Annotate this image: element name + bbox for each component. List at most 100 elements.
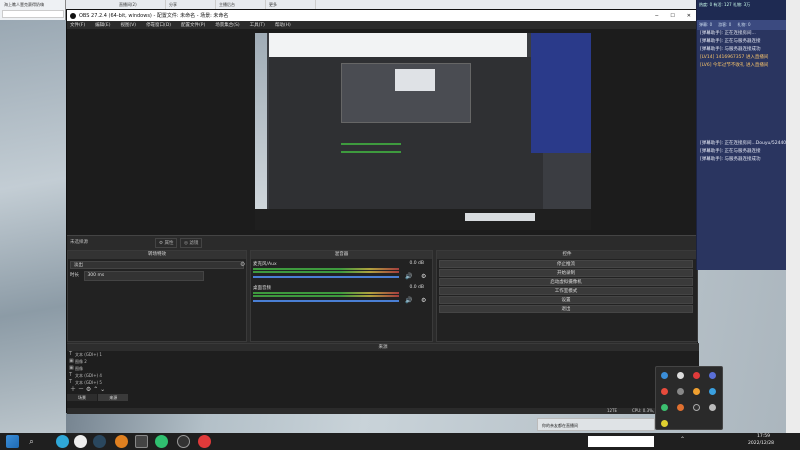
tab-sources[interactable]: 来源 (98, 394, 129, 401)
browser-tab[interactable]: 直播间(2) (116, 0, 166, 9)
speaker-icon[interactable]: 🔊 (405, 297, 412, 304)
transition-select[interactable]: 淡出 (70, 261, 244, 269)
dock-title: 来源 (67, 344, 699, 351)
danmaku-chat-panel: 热度: 0 有活: 127 礼物: 3万 弹幕: 0 游客: 0 礼物: 0 [… (696, 0, 800, 270)
tray-app-icon[interactable] (661, 404, 668, 411)
steam-icon[interactable] (93, 435, 106, 448)
tray-app-icon[interactable] (693, 404, 700, 411)
source-item[interactable]: ▣ 图像 2 (67, 358, 699, 365)
volume-slider[interactable] (253, 276, 399, 278)
stop-streaming-button[interactable]: 停止推流 (439, 260, 693, 268)
tray-app-icon[interactable] (709, 388, 716, 395)
menu-file[interactable]: 文件(F) (70, 22, 85, 28)
tray-app-icon[interactable] (661, 420, 668, 427)
tab-scenes[interactable]: 场景 (67, 394, 97, 401)
move-down-icon[interactable]: ⌄ (100, 386, 105, 393)
menu-help[interactable]: 帮助(H) (275, 22, 291, 28)
minimize-icon[interactable]: ─ (649, 13, 664, 19)
menu-docks[interactable]: 停靠窗口(D) (146, 22, 171, 28)
source-toolbar-buttons: ＋ － ⚙ ⌃ ⌄ (67, 386, 699, 394)
tray-app-icon[interactable] (677, 388, 684, 395)
properties-button[interactable]: ⚙ 属性 (155, 238, 178, 248)
app-icon[interactable] (135, 435, 148, 448)
window-title: OBS 27.2.4 (64-bit, windows) - 配置文件: 未命名… (79, 13, 229, 19)
source-item[interactable]: T 文本 (GDI+) 1 (67, 351, 699, 358)
menu-bar: 文件(F) 编辑(E) 视图(V) 停靠窗口(D) 配置文件(P) 场景集合(S… (67, 21, 697, 29)
menu-scene-collection[interactable]: 场景集合(S) (215, 22, 239, 28)
menu-tools[interactable]: 工具(T) (250, 22, 265, 28)
browser-tab[interactable]: 分享 (166, 0, 216, 9)
danmaku-count: 弹幕: 0 (699, 22, 713, 27)
chat-message: [弹幕助手]: 与服务器连接成功 (700, 47, 761, 52)
image-icon: ▣ (69, 358, 74, 364)
menu-profile[interactable]: 配置文件(P) (181, 22, 205, 28)
tray-app-icon[interactable] (677, 404, 684, 411)
image-icon: ▣ (69, 365, 74, 371)
browser-tab[interactable]: 海上瞧人壹克赛得奶嗨 (0, 0, 66, 9)
browser-tab[interactable]: 主播后台 (216, 0, 266, 9)
menu-edit[interactable]: 编辑(E) (95, 22, 110, 28)
tray-app-icon[interactable] (693, 388, 700, 395)
status-bar: 12TE CPU: 0.3%, 30.00 fps (67, 408, 699, 414)
browser-tab[interactable]: 更多 (266, 0, 316, 9)
browser-icon[interactable] (74, 435, 87, 448)
app-icon[interactable] (115, 435, 128, 448)
start-recording-button[interactable]: 开始录制 (439, 269, 693, 277)
source-item[interactable]: T 文本 (GDI+) 5 (67, 379, 699, 386)
gear-icon[interactable]: ⚙ (421, 297, 426, 304)
right-edge-toolbar (786, 0, 800, 433)
app-icon[interactable] (198, 435, 211, 448)
windows-start-icon[interactable] (6, 435, 19, 448)
move-up-icon[interactable]: ⌃ (93, 386, 98, 393)
transition-settings-icon[interactable]: ⚙ (240, 261, 245, 268)
speaker-icon[interactable]: 🔊 (405, 273, 412, 280)
chat-counter-bar: 弹幕: 0 游客: 0 礼物: 0 (697, 20, 800, 30)
tray-chevron-icon[interactable]: ⌃ (680, 436, 685, 443)
live-notification-toast[interactable]: 你的亲友都在直播间 (537, 418, 655, 431)
volume-slider[interactable] (253, 300, 399, 302)
tray-app-icon[interactable] (661, 388, 668, 395)
address-bar[interactable] (2, 10, 64, 18)
source-label: 文本 (GDI+) 5 (75, 380, 102, 385)
exit-button[interactable]: 退出 (439, 305, 693, 313)
settings-button[interactable]: 设置 (439, 296, 693, 304)
search-icon[interactable]: ⌕ (25, 435, 38, 448)
close-icon[interactable]: ✕ (681, 13, 697, 19)
clock-time[interactable]: 17:59 (757, 434, 770, 439)
taskbar-search-box[interactable] (588, 436, 654, 447)
gear-icon[interactable]: ⚙ (421, 273, 426, 280)
app-icon[interactable] (155, 435, 168, 448)
virtual-camera-button[interactable]: 启动虚拟摄像机 (439, 278, 693, 286)
transitions-dock: 转场特效 淡出 时长 300 ms ⚙ (67, 250, 247, 342)
duration-label: 时长 (70, 273, 79, 278)
menu-view[interactable]: 视图(V) (120, 22, 136, 28)
duration-input[interactable]: 300 ms (84, 271, 205, 281)
obs-window: OBS 27.2.4 (64-bit, windows) - 配置文件: 未命名… (66, 9, 699, 414)
obs-icon[interactable] (177, 435, 190, 448)
edge-icon[interactable] (56, 435, 69, 448)
volume-meter (253, 271, 399, 273)
mixer-channel-mic: 麦克风/Aux 0.0 dB 🔊 ⚙ (253, 261, 430, 283)
volume-meter (253, 295, 399, 297)
preview-canvas[interactable] (255, 33, 591, 230)
controls-dock: 控件 停止推流 开始录制 启动虚拟摄像机 工作室模式 设置 退出 (436, 250, 698, 342)
clock-date[interactable]: 2022/12/28 (748, 441, 774, 446)
tray-app-icon[interactable] (661, 372, 668, 379)
source-item[interactable]: ▣ 图像 (67, 365, 699, 372)
maximize-icon[interactable]: ☐ (664, 13, 680, 19)
remove-icon[interactable]: － (78, 386, 84, 393)
studio-mode-button[interactable]: 工作室模式 (439, 287, 693, 295)
filters-button[interactable]: ◎ 滤镜 (180, 238, 203, 248)
dock-title: 控件 (437, 251, 697, 259)
tray-app-icon[interactable] (677, 372, 684, 379)
add-icon[interactable]: ＋ (70, 386, 76, 393)
channel-name: 麦克风/Aux (253, 262, 277, 267)
chat-message: [LV14] 1416967357 进入直播间 (700, 55, 769, 60)
nested-meter (341, 143, 401, 145)
chat-message: [LV6] 今年过节不收礼 进入直播间 (700, 63, 769, 68)
gear-icon[interactable]: ⚙ (86, 386, 91, 393)
source-item[interactable]: T 文本 (GDI+) 4 (67, 372, 699, 379)
tray-app-icon[interactable] (709, 404, 716, 411)
tray-app-icon[interactable] (693, 372, 700, 379)
tray-app-icon[interactable] (709, 372, 716, 379)
